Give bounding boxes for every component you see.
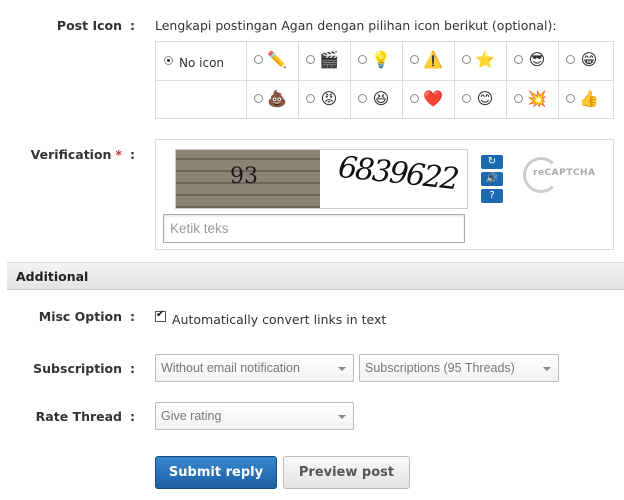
pencil-icon: ✏️ xyxy=(267,50,287,69)
subscription-label: Subscription xyxy=(33,361,122,376)
rating-value: Give rating xyxy=(161,409,222,423)
warning-icon: ⚠️ xyxy=(423,50,443,69)
captcha-image: 93 6839622 xyxy=(175,149,468,209)
icon-radio[interactable] xyxy=(410,94,419,103)
captcha-input-wrapper xyxy=(163,214,465,243)
icon-radio[interactable] xyxy=(254,94,263,103)
preview-post-button[interactable]: Preview post xyxy=(283,456,410,489)
angry-face-icon: 😡 xyxy=(320,89,338,108)
email-notification-select[interactable]: Without email notification xyxy=(155,354,354,382)
help-icon[interactable]: ? xyxy=(481,189,503,203)
icon-radio[interactable] xyxy=(566,94,575,103)
post-icon-table: No icon ✏️ 🎬 💡 ⚠️ ⭐ 😎 😁 💩 😡 😆 ❤️ 😊 💥 👍 xyxy=(155,41,614,119)
icon-radio[interactable] xyxy=(306,55,315,64)
rate-thread-label: Rate Thread xyxy=(35,409,122,424)
no-icon-radio[interactable] xyxy=(164,56,173,65)
thumbs-up-icon: 👍 xyxy=(579,89,599,108)
clapperboard-icon: 🎬 xyxy=(319,50,339,69)
verification-label: Verification * xyxy=(30,147,122,162)
recaptcha-word: reCAPTCHA xyxy=(533,168,596,178)
captcha-input[interactable] xyxy=(164,215,464,242)
star-icon: ⭐ xyxy=(475,50,495,69)
email-notification-value: Without email notification xyxy=(161,361,300,375)
blue-face-icon: 😊 xyxy=(476,89,494,108)
subscriptions-folder-value: Subscriptions (95 Threads) xyxy=(365,361,515,375)
convert-links-checkbox[interactable] xyxy=(155,309,166,322)
submit-reply-button[interactable]: Submit reply xyxy=(155,456,277,489)
required-marker: * xyxy=(115,147,122,162)
laughing-face-icon: 😆 xyxy=(372,89,390,108)
heart-icon: ❤️ xyxy=(423,89,443,108)
subscriptions-folder-select[interactable]: Subscriptions (95 Threads) xyxy=(359,354,559,382)
lightbulb-icon: 💡 xyxy=(371,50,391,69)
post-icon-colon: : xyxy=(130,18,135,33)
additional-title: Additional xyxy=(16,269,89,284)
audio-icon[interactable]: 🔊 xyxy=(481,172,503,186)
grin-face-icon: 😁 xyxy=(580,50,598,69)
cool-face-icon: 😎 xyxy=(528,50,546,69)
captcha-text-2: 6839622 xyxy=(336,149,460,198)
icon-radio[interactable] xyxy=(566,55,575,64)
convert-links-label[interactable]: Automatically convert links in text xyxy=(172,312,386,327)
icon-radio[interactable] xyxy=(514,94,523,103)
icon-radio[interactable] xyxy=(410,55,419,64)
icon-radio[interactable] xyxy=(306,94,315,103)
icon-radio[interactable] xyxy=(358,55,367,64)
burst-icon: 💥 xyxy=(527,89,547,108)
poop-icon: 💩 xyxy=(267,89,287,108)
rating-select[interactable]: Give rating xyxy=(155,402,354,430)
icon-radio[interactable] xyxy=(254,55,263,64)
icon-radio[interactable] xyxy=(462,94,471,103)
icon-radio[interactable] xyxy=(462,55,471,64)
subscription-colon: : xyxy=(130,361,135,376)
chevron-down-icon xyxy=(338,367,346,371)
refresh-icon[interactable]: ↻ xyxy=(481,155,503,169)
icon-radio[interactable] xyxy=(358,94,367,103)
icon-radio[interactable] xyxy=(514,55,523,64)
post-icon-intro: Lengkapi postingan Agan dengan pilihan i… xyxy=(155,18,557,33)
misc-option-label: Misc Option xyxy=(38,309,122,324)
additional-section-header: Additional xyxy=(7,262,624,290)
captcha-text-1: 93 xyxy=(230,164,258,189)
recaptcha-logo: reCAPTCHA xyxy=(523,157,596,197)
no-icon-label: No icon xyxy=(179,56,225,70)
misc-option-colon: : xyxy=(130,309,135,324)
rate-thread-colon: : xyxy=(130,409,135,424)
chevron-down-icon xyxy=(338,415,346,419)
verification-box: 93 6839622 ↻ 🔊 ? reCAPTCHA xyxy=(155,139,614,250)
chevron-down-icon xyxy=(543,367,551,371)
post-icon-label: Post Icon xyxy=(56,18,122,33)
verification-colon: : xyxy=(130,147,135,162)
